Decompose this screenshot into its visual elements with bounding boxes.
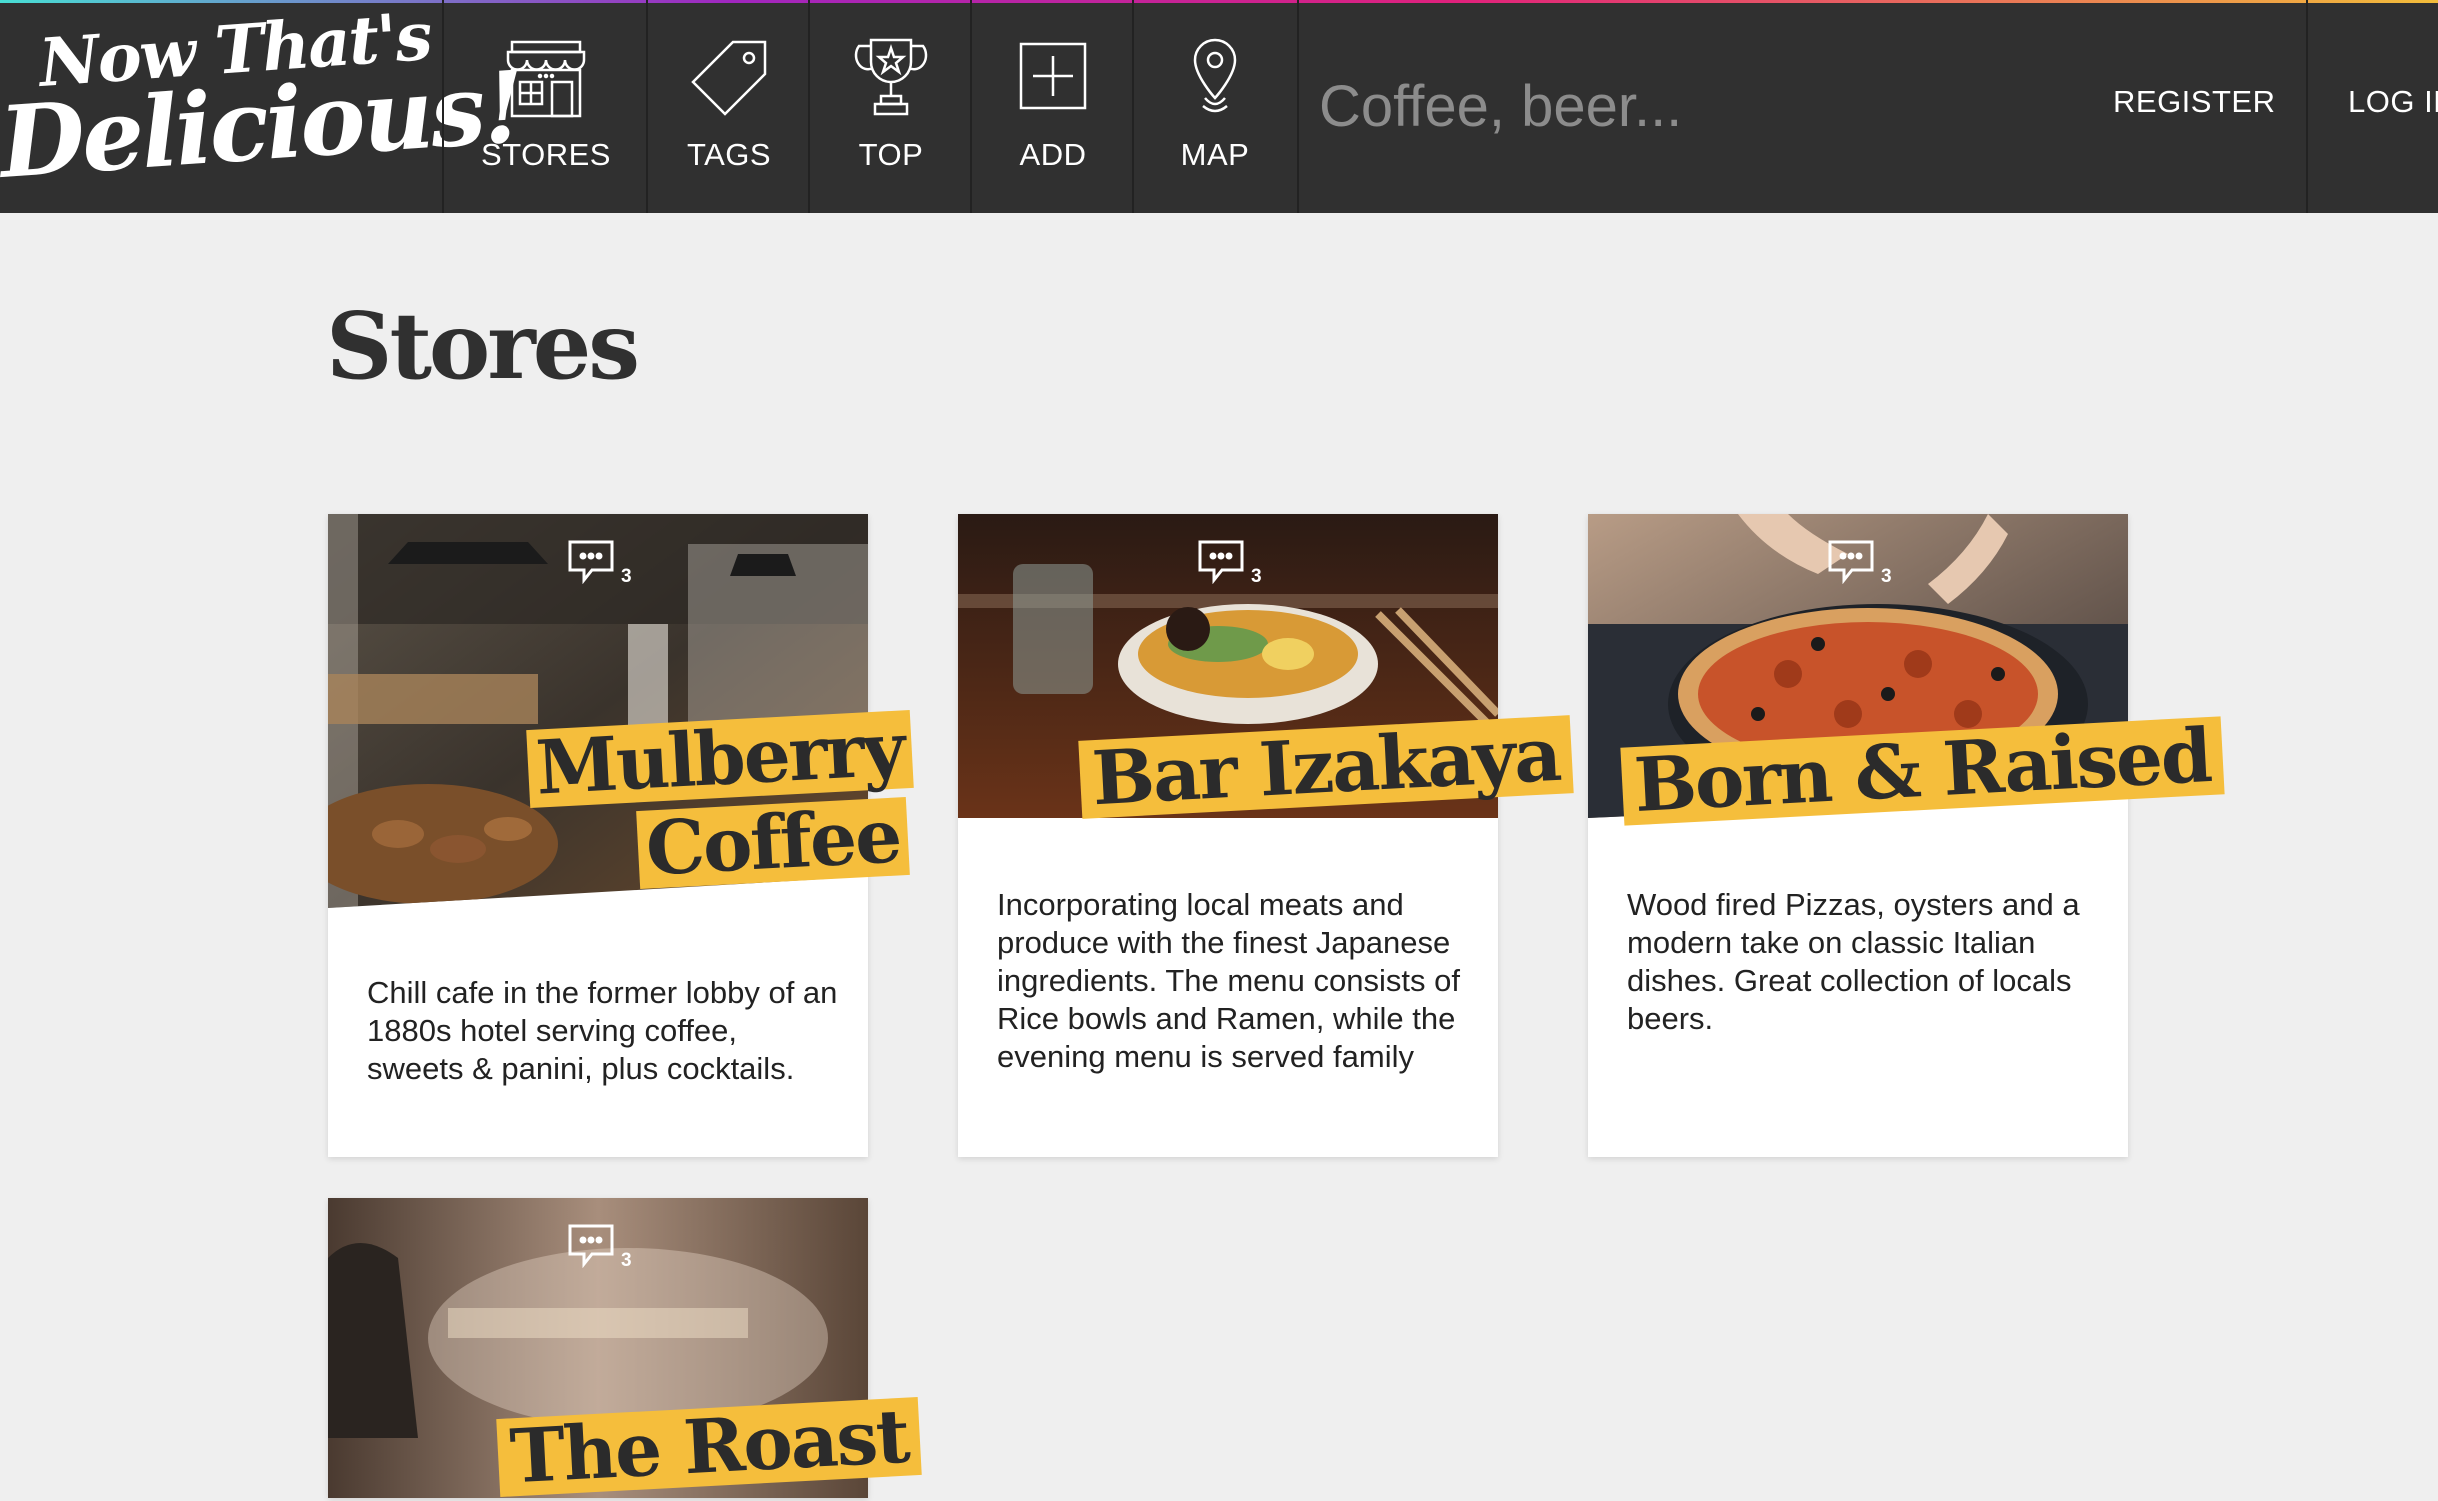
store-card[interactable]: 3 Bar Izakaya Incorporating local meats … — [958, 514, 1574, 1157]
nav-item-map[interactable]: MAP — [1132, 0, 1296, 213]
comment-icon — [568, 1224, 614, 1269]
comment-count[interactable]: 3 — [566, 538, 636, 588]
nav-item-label: MAP — [1180, 137, 1250, 172]
comment-icon — [1198, 540, 1244, 585]
comment-count-text: 3 — [1881, 566, 1892, 587]
store-name-band[interactable]: The Roast — [496, 1394, 923, 1500]
nav-divider — [2306, 0, 2308, 213]
comment-count[interactable]: 3 — [1826, 538, 1896, 588]
page-title: Stores — [326, 292, 640, 400]
comment-count-text: 3 — [621, 566, 632, 587]
add-icon — [1019, 42, 1087, 110]
nav-item-label: TAGS — [686, 137, 772, 172]
comment-icon — [568, 540, 614, 585]
login-link[interactable]: LOG IN — [2348, 84, 2438, 120]
comment-count-text: 3 — [621, 1250, 632, 1271]
comment-icon — [1828, 540, 1874, 585]
store-description: Chill cafe in the former lobby of an 188… — [367, 975, 838, 1086]
store-card[interactable]: 3 Mulberry Coffee Chill cafe in the form… — [328, 514, 914, 1157]
store-name: Coffee — [643, 793, 903, 893]
nav-item-tags[interactable]: TAGS — [646, 0, 810, 213]
site-logo[interactable]: Now That's Delicious! — [0, 0, 526, 210]
tag-icon — [691, 40, 767, 116]
store-name-band[interactable]: Mulberry — [526, 706, 914, 812]
store-card[interactable]: 3 The Roast — [328, 1198, 923, 1500]
nav-item-add[interactable]: ADD — [970, 0, 1134, 213]
store-icon — [506, 40, 586, 118]
top-navbar: Now That's Delicious! STORES TAGS TOP AD… — [0, 0, 2438, 213]
comment-count[interactable]: 3 — [1196, 538, 1266, 588]
nav-item-label: TOP — [858, 137, 924, 172]
nav-item-label: STORES — [481, 137, 611, 172]
store-description: Wood fired Pizzas, oysters and a modern … — [1627, 887, 2080, 1036]
comment-count[interactable]: 3 — [566, 1222, 636, 1272]
register-link[interactable]: REGISTER — [2113, 84, 2275, 120]
nav-item-stores[interactable]: STORES — [442, 0, 648, 213]
nav-item-label: ADD — [1019, 137, 1087, 172]
search-input[interactable] — [1317, 60, 2221, 152]
store-name-band[interactable]: Coffee — [636, 793, 910, 893]
map-pin-icon — [1193, 38, 1237, 113]
store-description: Incorporating local meats and produce wi… — [997, 887, 1460, 1074]
trophy-icon — [854, 38, 928, 116]
comment-count-text: 3 — [1251, 566, 1262, 587]
nav-item-top[interactable]: TOP — [808, 0, 972, 213]
store-card[interactable]: 3 Born & Raised Wood fired Pizzas, oyste… — [1588, 514, 2225, 1157]
